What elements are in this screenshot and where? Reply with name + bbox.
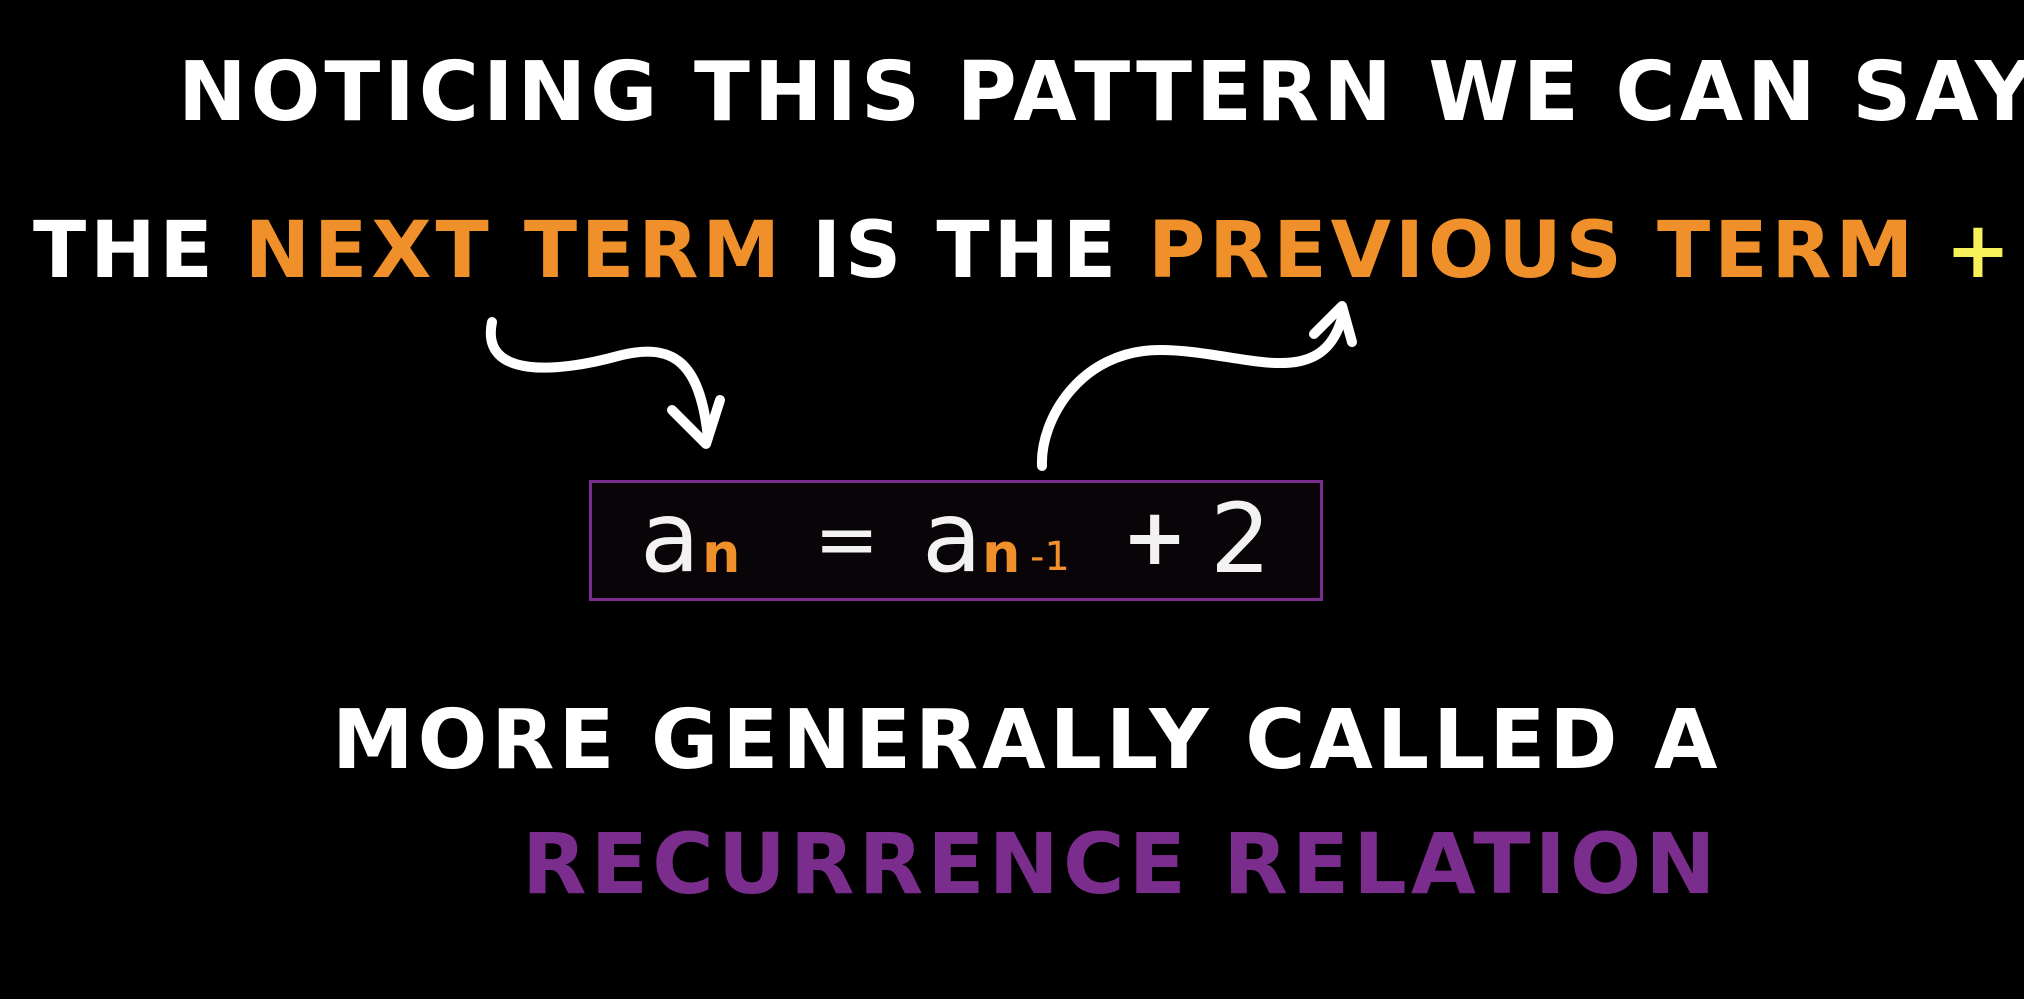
formula-subscript-n: n bbox=[702, 522, 741, 585]
recurrence-relation-term: Recurrence relation bbox=[522, 815, 1720, 913]
formula-a-term: a bbox=[640, 481, 701, 595]
formula-subscript-minus-one: -1 bbox=[1030, 534, 1070, 580]
plus-two-highlight: + 2 bbox=[1945, 206, 2024, 296]
formula-equals-sign: = bbox=[814, 495, 880, 585]
heading-line-2: TheNext termis thePrevious term+ 2 bbox=[33, 212, 2024, 290]
canvas: Noticing this pattern we can say The Next… bbox=[0, 0, 2024, 999]
formula-subscript-n-previous: n bbox=[982, 522, 1021, 585]
next-term-highlight: Next term bbox=[244, 206, 785, 296]
heading-line-1: Noticing this pattern we can say bbox=[178, 45, 2024, 140]
footer-line-1: More generally called a bbox=[332, 693, 1722, 788]
formula-constant-two: 2 bbox=[1210, 483, 1272, 595]
recurrence-formula-box: a n = a n -1 + 2 bbox=[589, 480, 1323, 601]
arrow-an-minus-1-to-previous-term bbox=[1036, 301, 1357, 471]
heading-the: The bbox=[33, 206, 217, 296]
formula-plus-sign: + bbox=[1122, 493, 1188, 583]
arrow-next-term-to-an bbox=[485, 317, 725, 449]
formula-a-previous-term: a bbox=[922, 481, 983, 595]
previous-term-highlight: Previous term bbox=[1148, 206, 1918, 296]
heading-is-the: is the bbox=[812, 206, 1121, 296]
